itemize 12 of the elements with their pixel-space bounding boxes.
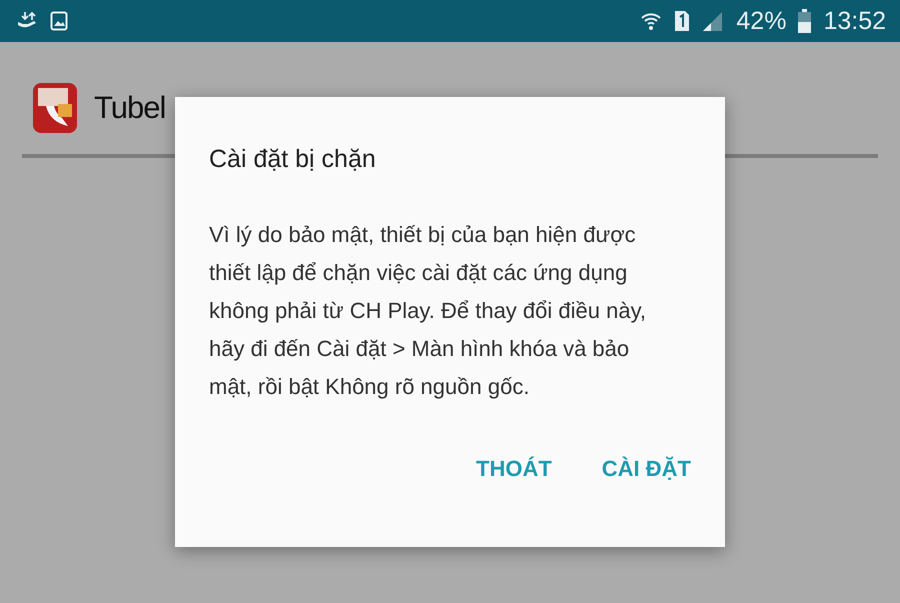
dialog-message: Vì lý do bảo mật, thiết bị của bạn hiện được thiết lập để chặn việc cài đặt các ứng dụng không phải từ CH Play. Để thay đổi điều này, hãy đi đến Cài đặt > Màn hình khóa và bảo mật, rồi bật Không rõ nguồn gốc. <box>209 221 648 401</box>
clock: 13:52 <box>823 6 886 36</box>
signal-icon <box>702 10 724 32</box>
sim-icon <box>674 10 690 32</box>
battery-percentage: 42% <box>736 6 786 36</box>
dialog-button[interactable]: THOÁT <box>476 452 552 486</box>
dialog-title: Cài đặt bị chặn <box>209 145 377 174</box>
app-title: Tubel <box>94 90 166 126</box>
app-icon <box>32 82 78 134</box>
image-icon <box>50 11 68 31</box>
battery-icon <box>798 9 812 33</box>
dialog-button[interactable]: CÀI ĐẶT <box>602 452 691 486</box>
